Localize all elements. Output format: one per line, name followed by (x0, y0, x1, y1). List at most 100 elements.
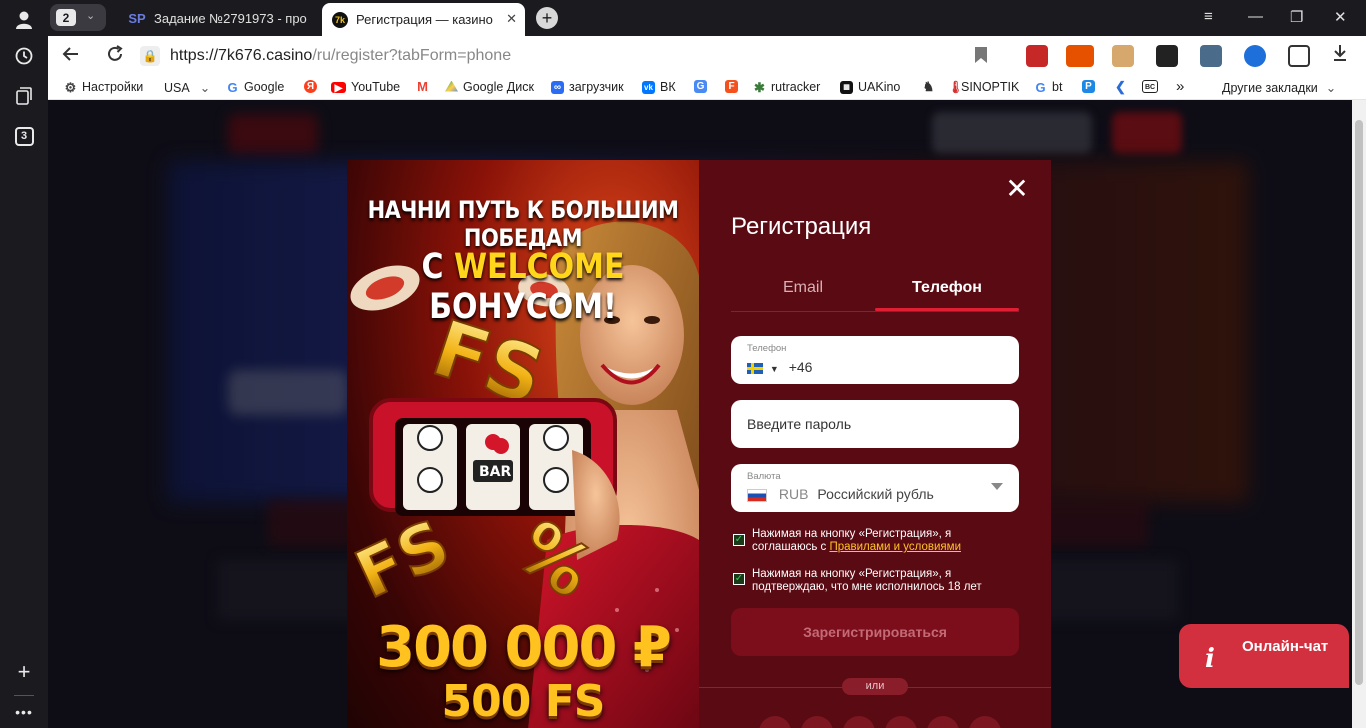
country-dropdown-icon[interactable]: ▼ (770, 364, 779, 374)
google-icon: G (1035, 79, 1046, 95)
chevron-down-icon: ⌄ (199, 81, 211, 95)
bookmark-p[interactable]: P (1082, 80, 1100, 93)
vk-login-icon[interactable] (843, 716, 875, 728)
more-icon[interactable]: ••• (12, 700, 36, 724)
tab-task[interactable]: SP Задание №2791973 - про (128, 4, 318, 32)
google-icon: G (227, 79, 238, 95)
bookmark-youtube[interactable]: ▶ YouTube (331, 80, 400, 94)
extension-icon[interactable] (1112, 45, 1134, 67)
arrow-icon: ❮ (1115, 79, 1126, 94)
register-button-blurred (1112, 112, 1182, 154)
age-confirmation-text: Нажимая на кнопку «Регистрация», я подтв… (752, 568, 982, 593)
registration-form: ✕ Регистрация Email Телефон Телефон ▼ +4… (699, 160, 1051, 728)
extension-icon[interactable] (1066, 45, 1094, 67)
add-panel-icon[interactable]: + (12, 659, 36, 684)
bookmark-f[interactable]: F (725, 80, 743, 93)
rail-divider (14, 695, 34, 696)
terms-checkbox[interactable]: ✓ (733, 534, 745, 546)
chevron-down-icon: ⌄ (1325, 81, 1337, 95)
bookmark-chess[interactable]: ♞ (922, 80, 940, 93)
bookmark-loader[interactable]: ∞ загрузчик (551, 80, 624, 94)
chevron-down-icon: ⌄ (86, 10, 96, 22)
page-overlay[interactable]: FS BAR FS % НАЧНИ ПУТЬ К БОЛЬШИМ ПОБЕДАМ (48, 100, 1352, 728)
other-bookmarks-folder[interactable]: Другие закладки ⌄ (1222, 80, 1337, 96)
steam-login-icon[interactable] (969, 716, 1001, 728)
close-modal-icon[interactable]: ✕ (1005, 175, 1029, 203)
bookmark-rutracker[interactable]: ✱ rutracker (753, 80, 820, 94)
gmail-icon: M (417, 79, 428, 94)
more-bookmarks-button[interactable]: » (1176, 78, 1184, 95)
phone-field-value: ▼ +46 (747, 359, 812, 375)
password-field[interactable]: Введите пароль (731, 400, 1019, 448)
register-button[interactable]: Зарегистрироваться (731, 608, 1019, 656)
terms-link[interactable]: Правилами и условиями (829, 541, 961, 553)
tab-title: Задание №2791973 - про (154, 10, 307, 26)
extensions-icon[interactable] (1288, 45, 1310, 67)
google-login-icon[interactable] (759, 716, 791, 728)
russia-flag-icon (747, 488, 767, 502)
age-checkbox[interactable]: ✓ (733, 573, 745, 585)
tabs-counter-icon[interactable]: 3 (12, 124, 36, 148)
bookmark-label: Google (244, 80, 285, 94)
bookmark-icon[interactable] (974, 46, 988, 70)
online-chat-button[interactable]: i Онлайн-чат (1179, 624, 1349, 688)
tab-phone[interactable]: Телефон (875, 279, 1019, 297)
restore-icon[interactable]: ❐ (1290, 8, 1303, 26)
bookmark-settings[interactable]: ⚙ Настройки (64, 80, 144, 94)
lock-icon[interactable]: 🔒 (140, 46, 160, 66)
browser-toolbar: 🔒 https://7k676.casino/ru/register?tabFo… (48, 36, 1366, 76)
bookmark-label: rutracker (771, 80, 821, 94)
bookmark-gmail[interactable]: M (416, 80, 434, 93)
new-tab-icon[interactable]: + (536, 7, 558, 29)
profile-icon[interactable] (12, 8, 36, 32)
tab-registration[interactable]: 7k Регистрация — казино ✕ (322, 3, 525, 36)
p-icon: P (1082, 80, 1095, 93)
bookmark-google-drive[interactable]: Google Диск (445, 80, 534, 94)
sweden-flag-icon[interactable] (747, 362, 763, 374)
bc-icon: BC (1142, 80, 1158, 93)
promo-headline-line2: С WELCOME БОНУСОМ! (347, 247, 699, 328)
extension-icon[interactable] (1200, 45, 1222, 67)
bookmark-usa[interactable]: USA ⌄ (164, 80, 211, 96)
close-tab-icon[interactable]: ✕ (506, 11, 517, 27)
scrollbar-thumb[interactable] (1355, 120, 1363, 685)
menu-icon[interactable]: ≡ (1204, 8, 1213, 25)
tab-email[interactable]: Email (731, 279, 875, 297)
bookmarks-bar: ⚙ Настройки USA ⌄ G Google Я ▶ YouTube M Goo… (48, 76, 1366, 100)
currency-name: Российский рубль (817, 486, 934, 502)
close-window-icon[interactable]: ✕ (1334, 8, 1347, 26)
mailru-login-icon[interactable] (927, 716, 959, 728)
bookmark-vk[interactable]: vk ВК (642, 80, 676, 94)
bookmark-bc[interactable]: BC (1142, 80, 1163, 93)
minimize-icon[interactable]: — (1248, 8, 1263, 25)
tab-title: Регистрация — казино (356, 12, 493, 27)
ublock-extension-icon[interactable] (1026, 45, 1048, 67)
ok-login-icon[interactable] (885, 716, 917, 728)
collections-icon[interactable] (12, 84, 36, 108)
free-spins-amount: 500 FS (441, 676, 606, 727)
info-icon: i (1205, 644, 1215, 674)
history-icon[interactable] (12, 44, 36, 68)
bookmark-uakino[interactable]: ▦ UAKino (840, 80, 900, 94)
tab-favicon: SP (128, 10, 146, 26)
bookmark-arrow[interactable]: ❮ (1114, 80, 1132, 93)
shield-extension-icon[interactable] (1244, 45, 1266, 67)
telegram-login-icon[interactable] (801, 716, 833, 728)
form-title: Регистрация (731, 213, 872, 240)
reload-icon[interactable] (106, 45, 124, 69)
currency-select[interactable]: Валюта RUB Российский рубль (731, 464, 1019, 512)
page-scrollbar[interactable] (1352, 100, 1366, 728)
extension-icon[interactable] (1156, 45, 1178, 67)
bookmark-label: YouTube (351, 80, 401, 94)
bookmark-translate[interactable]: G (694, 80, 712, 93)
translate-icon: G (694, 80, 707, 93)
bookmark-yandex[interactable]: Я (304, 80, 322, 93)
bookmark-google[interactable]: G Google (226, 80, 284, 94)
tab-group-button[interactable]: 2 ⌄ (50, 4, 106, 31)
phone-field[interactable]: Телефон ▼ +46 (731, 336, 1019, 384)
bookmark-bt[interactable]: Gbt (1034, 80, 1062, 94)
download-icon[interactable] (1332, 44, 1348, 68)
address-bar[interactable]: 🔒 https://7k676.casino/ru/register?tabFo… (140, 41, 1000, 71)
back-icon[interactable] (62, 45, 80, 69)
bookmark-sinoptik[interactable]: 🌡 SINOPTIK (948, 80, 1019, 94)
